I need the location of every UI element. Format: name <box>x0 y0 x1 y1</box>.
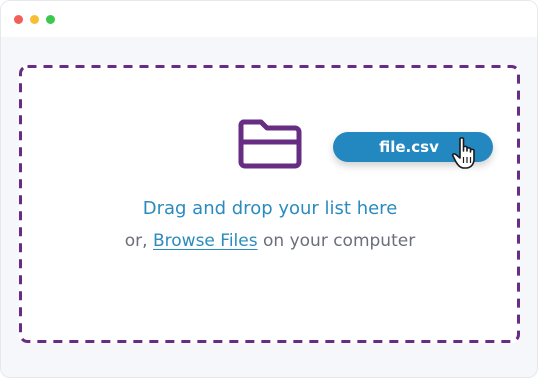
on-computer-text: on your computer <box>263 231 416 251</box>
folder-icon <box>238 119 302 169</box>
close-window-button[interactable] <box>14 15 23 24</box>
file-chip-label: file.csv <box>379 138 439 156</box>
browse-files-link[interactable]: Browse Files <box>153 231 258 251</box>
drag-drop-instruction: Drag and drop your list here <box>142 198 398 219</box>
title-bar <box>1 1 537 37</box>
browse-instruction: or, Browse Files on your computer <box>1 231 537 251</box>
minimize-window-button[interactable] <box>30 15 39 24</box>
app-window: file.csv Drag and drop your list here or… <box>0 0 538 378</box>
hand-pointer-icon <box>451 137 475 169</box>
maximize-window-button[interactable] <box>46 15 55 24</box>
or-text: or, <box>124 231 148 251</box>
